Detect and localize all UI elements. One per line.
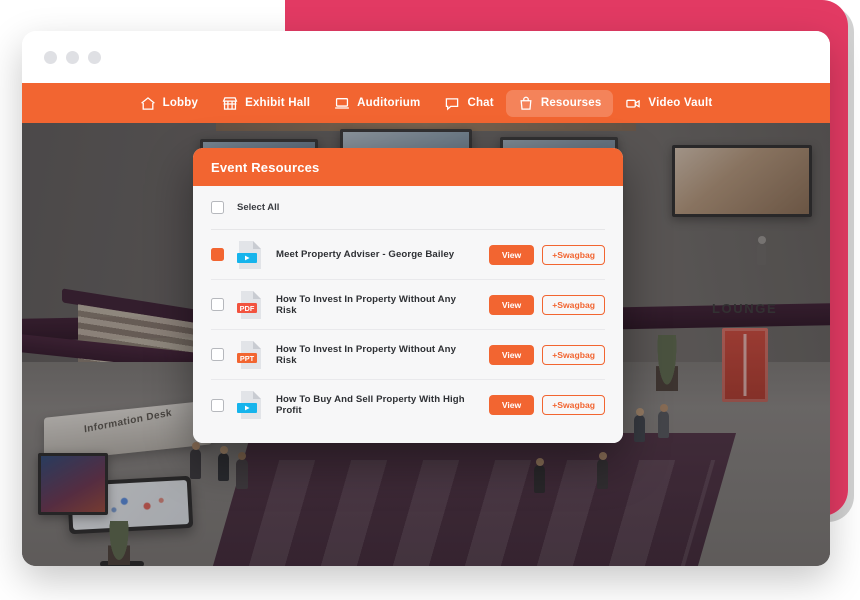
table-row[interactable]: PPT How To Invest In Property Without An…	[211, 330, 605, 380]
home-icon	[140, 96, 156, 111]
resource-checkbox[interactable]	[211, 298, 224, 311]
nav-item-lobby[interactable]: Lobby	[128, 90, 211, 117]
resource-title: Meet Property Adviser - George Bailey	[276, 249, 455, 260]
row-actions: View +Swagbag	[488, 395, 605, 415]
nav-label-video-vault: Video Vault	[648, 97, 713, 109]
view-button[interactable]: View	[488, 294, 535, 315]
row-actions: View +Swagbag	[488, 344, 605, 365]
row-actions: View +Swagbag	[488, 244, 605, 265]
modal-header: Event Resources	[193, 148, 623, 186]
resource-title: How To Invest In Property Without Any Ri…	[276, 293, 457, 316]
screenshot-canvas: Lobby Exhibit Hall Auditorium Chat Resou…	[0, 0, 860, 600]
nav-label-lobby: Lobby	[162, 97, 199, 109]
nav-label-chat: Chat	[467, 97, 494, 109]
laptop-icon	[334, 96, 350, 111]
resource-title: How To Buy And Sell Property With High P…	[276, 394, 465, 416]
video-file-icon	[237, 390, 263, 420]
add-to-swagbag-button[interactable]: +Swagbag	[542, 395, 605, 415]
select-all-checkbox[interactable]	[211, 201, 224, 214]
window-maximize-dot[interactable]	[88, 50, 101, 64]
store-icon	[222, 96, 238, 111]
add-to-swagbag-button[interactable]: +Swagbag	[542, 244, 605, 265]
resource-checkbox[interactable]	[211, 248, 224, 261]
svg-text:PPT: PPT	[240, 354, 255, 363]
view-button[interactable]: View	[488, 244, 535, 265]
row-actions: View +Swagbag	[488, 294, 605, 315]
add-to-swagbag-button[interactable]: +Swagbag	[542, 344, 605, 365]
select-all-row[interactable]: Select All	[211, 186, 605, 230]
nav-item-exhibit-hall[interactable]: Exhibit Hall	[210, 90, 322, 117]
resource-title: How To Invest In Property Without Any Ri…	[276, 343, 457, 366]
table-row[interactable]: PDF How To Invest In Property Without An…	[211, 280, 605, 330]
nav-item-video-vault[interactable]: Video Vault	[613, 90, 724, 117]
window-close-dot[interactable]	[44, 50, 57, 64]
resource-checkbox[interactable]	[211, 348, 224, 361]
resource-checkbox[interactable]	[211, 398, 224, 412]
bag-icon	[518, 96, 534, 111]
nav-label-resources: Resourses	[540, 97, 602, 109]
view-button[interactable]: View	[488, 344, 535, 365]
nav-item-resources[interactable]: Resourses	[505, 89, 614, 117]
chat-bubble-icon	[444, 96, 460, 111]
table-row[interactable]: How To Buy And Sell Property With High P…	[211, 380, 605, 430]
nav-item-chat[interactable]: Chat	[432, 90, 505, 117]
table-row[interactable]: Meet Property Adviser - George Bailey Vi…	[211, 230, 605, 280]
video-file-icon	[237, 240, 263, 270]
video-camera-icon	[625, 96, 641, 111]
nav-label-exhibit-hall: Exhibit Hall	[245, 97, 311, 109]
select-all-label: Select All	[237, 202, 280, 213]
event-resources-modal: Event Resources Select All Meet Property	[193, 148, 623, 443]
svg-text:PDF: PDF	[240, 304, 255, 313]
nav-label-auditorium: Auditorium	[357, 97, 421, 109]
ppt-file-icon: PPT	[237, 340, 263, 370]
modal-body: Select All Meet Property Adviser - Georg…	[193, 186, 623, 443]
modal-title: Event Resources	[211, 159, 320, 175]
add-to-swagbag-button[interactable]: +Swagbag	[542, 294, 605, 315]
browser-titlebar	[22, 31, 830, 83]
nav-item-auditorium[interactable]: Auditorium	[322, 90, 432, 117]
main-navigation: Lobby Exhibit Hall Auditorium Chat Resou…	[22, 83, 830, 123]
pdf-file-icon: PDF	[237, 290, 263, 320]
window-minimize-dot[interactable]	[66, 50, 79, 64]
view-button[interactable]: View	[488, 395, 535, 415]
